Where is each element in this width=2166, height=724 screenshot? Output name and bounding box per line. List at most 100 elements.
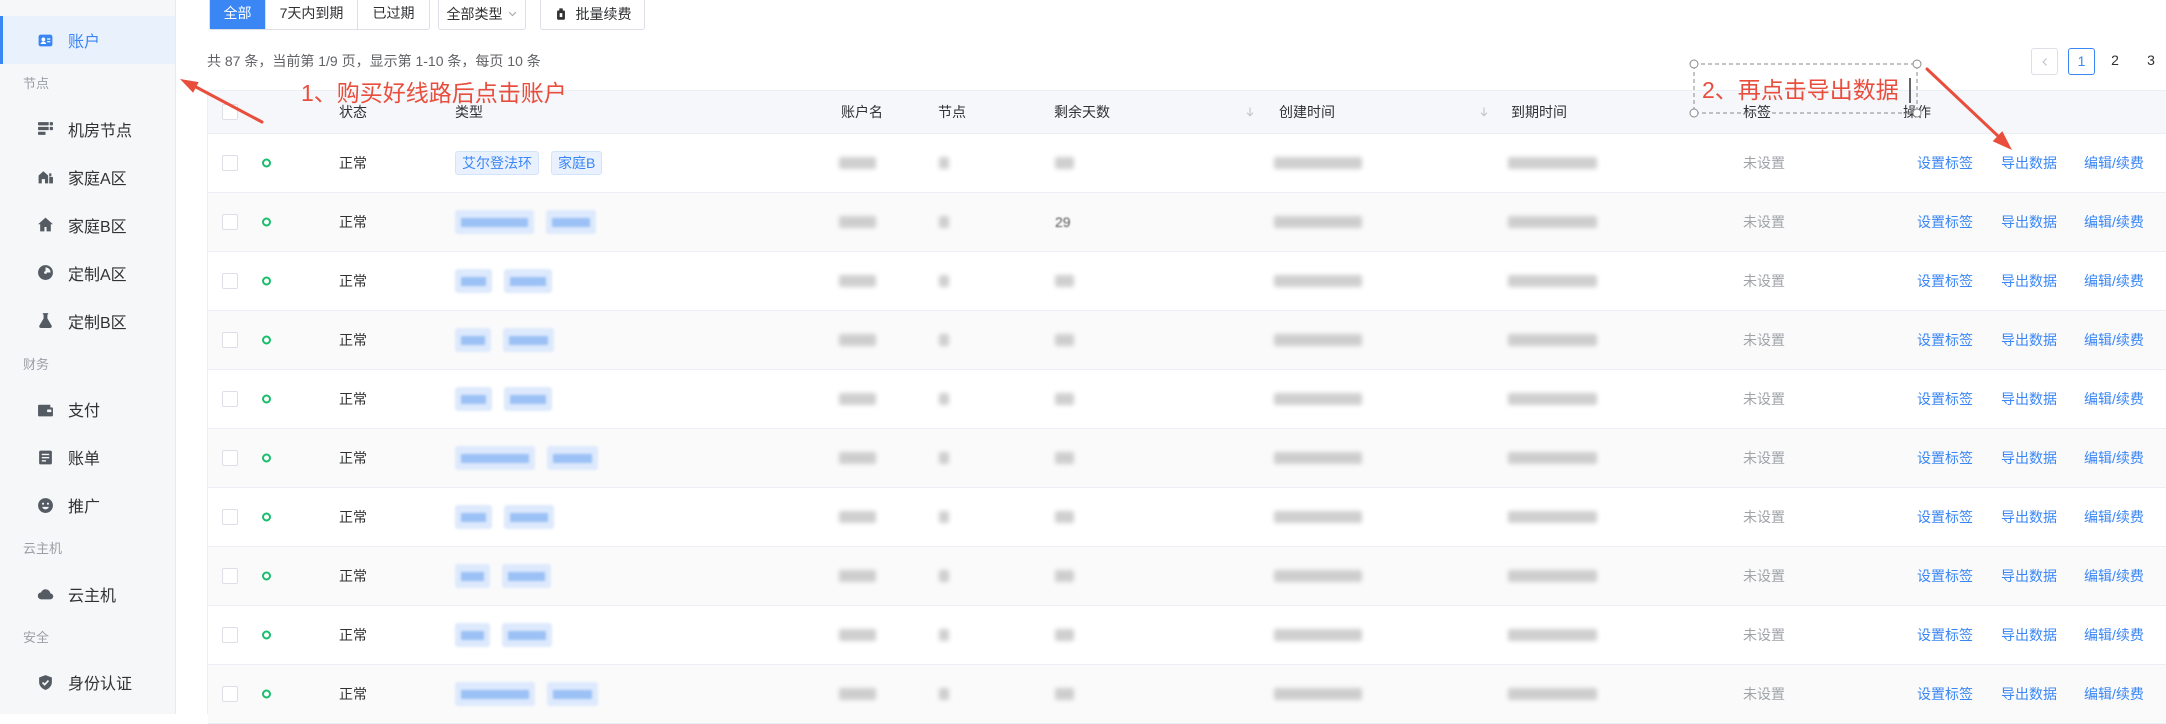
row-checkbox[interactable] [222,332,238,348]
tag-value: 未设置 [1743,155,1785,171]
sidebar-item-account[interactable]: 账户 [0,16,175,64]
type-tag-redacted[interactable] [455,210,534,234]
set-tag-link[interactable]: 设置标签 [1917,507,1973,527]
edit-renew-link[interactable]: 编辑/续费 [2084,684,2144,704]
sidebar-item-promotion[interactable]: 推广 [0,481,175,529]
type-tag-redacted[interactable] [504,505,554,529]
edit-renew-link[interactable]: 编辑/续费 [2084,153,2144,173]
sidebar-item-custom-a[interactable]: 定制A区 [0,249,175,297]
node-redacted [939,216,949,228]
sidebar-item-identity-verification[interactable]: 身份认证 [0,658,175,706]
sidebar-item-datacenter-node[interactable]: 机房节点 [0,105,175,153]
sidebar-item-home-a[interactable]: 家庭A区 [0,153,175,201]
edit-renew-link[interactable]: 编辑/续费 [2084,507,2144,527]
prev-page-button[interactable] [2031,48,2058,75]
row-checkbox[interactable] [222,391,238,407]
filter-expired-button[interactable]: 已过期 [358,0,429,29]
set-tag-link[interactable]: 设置标签 [1917,389,1973,409]
export-data-link[interactable]: 导出数据 [2001,389,2057,409]
row-checkbox[interactable] [222,273,238,289]
type-tag-redacted[interactable] [455,446,535,470]
sidebar-item-bills[interactable]: 账单 [0,433,175,481]
type-tag-redacted[interactable] [504,269,552,293]
set-tag-link[interactable]: 设置标签 [1917,684,1973,704]
account-name-redacted [839,688,876,700]
export-data-link[interactable]: 导出数据 [2001,507,2057,527]
status-text: 正常 [339,273,367,289]
page-button[interactable]: 2 [2104,48,2126,75]
set-tag-link[interactable]: 设置标签 [1917,271,1973,291]
set-tag-link[interactable]: 设置标签 [1917,566,1973,586]
row-checkbox[interactable] [222,627,238,643]
sort-icon[interactable] [1244,106,1256,118]
type-tag-redacted[interactable] [503,328,554,352]
type-tag-redacted[interactable] [455,623,490,647]
type-tag-redacted[interactable] [455,505,492,529]
row-checkbox[interactable] [222,214,238,230]
tag-value: 未设置 [1743,450,1785,466]
column-header-expiry: 到期时间 [1511,104,1567,120]
sidebar-item-custom-b[interactable]: 定制B区 [0,297,175,345]
export-data-link[interactable]: 导出数据 [2001,566,2057,586]
export-data-link[interactable]: 导出数据 [2001,330,2057,350]
type-tags [455,387,552,411]
column-header-tag: 标签 [1743,104,1771,120]
export-data-link[interactable]: 导出数据 [2001,153,2057,173]
type-tag[interactable]: 家庭B [551,151,603,175]
type-tag-redacted[interactable] [455,269,492,293]
export-data-link[interactable]: 导出数据 [2001,684,2057,704]
sort-icon[interactable] [1478,106,1490,118]
type-tag-redacted[interactable] [455,387,492,411]
type-tag-redacted[interactable] [455,564,490,588]
set-tag-link[interactable]: 设置标签 [1917,625,1973,645]
export-data-link[interactable]: 导出数据 [2001,625,2057,645]
type-tag-redacted[interactable] [547,682,598,706]
type-tag-redacted[interactable] [547,446,598,470]
type-tag-redacted[interactable] [455,682,535,706]
select-all-checkbox[interactable] [222,104,238,120]
row-checkbox[interactable] [222,509,238,525]
page-button[interactable]: 3 [2140,48,2162,75]
export-data-link[interactable]: 导出数据 [2001,271,2057,291]
expiry-time-redacted [1508,688,1597,700]
sidebar-item-payment[interactable]: 支付 [0,385,175,433]
bill-icon [39,450,52,464]
type-select[interactable]: 全部类型 [438,0,526,30]
edit-renew-link[interactable]: 编辑/续费 [2084,448,2144,468]
filter-expiring-7d-button[interactable]: 7天内到期 [266,0,358,29]
edit-renew-link[interactable]: 编辑/续费 [2084,625,2144,645]
page-button-current[interactable]: 1 [2068,48,2095,75]
account-name-redacted [839,629,876,641]
type-tag-redacted[interactable] [502,564,551,588]
type-tag-redacted[interactable] [502,623,552,647]
row-checkbox[interactable] [222,568,238,584]
export-data-link[interactable]: 导出数据 [2001,448,2057,468]
edit-renew-link[interactable]: 编辑/续费 [2084,271,2144,291]
set-tag-link[interactable]: 设置标签 [1917,212,1973,232]
edit-renew-link[interactable]: 编辑/续费 [2084,330,2144,350]
type-tag-redacted[interactable] [504,387,552,411]
tag-value: 未设置 [1743,214,1785,230]
set-tag-link[interactable]: 设置标签 [1917,448,1973,468]
edit-renew-link[interactable]: 编辑/续费 [2084,212,2144,232]
compass-icon [38,265,53,280]
edit-renew-link[interactable]: 编辑/续费 [2084,389,2144,409]
status-indicator-icon [262,276,271,286]
type-tag-redacted[interactable] [455,328,491,352]
remaining-days: 29 [1055,214,1071,230]
type-tag[interactable]: 艾尔登法环 [455,151,539,175]
sidebar-item-home-b[interactable]: 家庭B区 [0,201,175,249]
chevron-down-icon [508,11,516,17]
batch-renew-button[interactable]: 批量续费 [540,0,645,30]
set-tag-link[interactable]: 设置标签 [1917,153,1973,173]
row-checkbox[interactable] [222,450,238,466]
sidebar-item-cloud-host[interactable]: 云主机 [0,570,175,618]
set-tag-link[interactable]: 设置标签 [1917,330,1973,350]
sidebar-item-label: 家庭A区 [68,170,127,188]
edit-renew-link[interactable]: 编辑/续费 [2084,566,2144,586]
filter-all-button[interactable]: 全部 [210,0,266,29]
type-tag-redacted[interactable] [546,210,596,234]
export-data-link[interactable]: 导出数据 [2001,212,2057,232]
row-checkbox[interactable] [222,155,238,171]
row-checkbox[interactable] [222,686,238,702]
